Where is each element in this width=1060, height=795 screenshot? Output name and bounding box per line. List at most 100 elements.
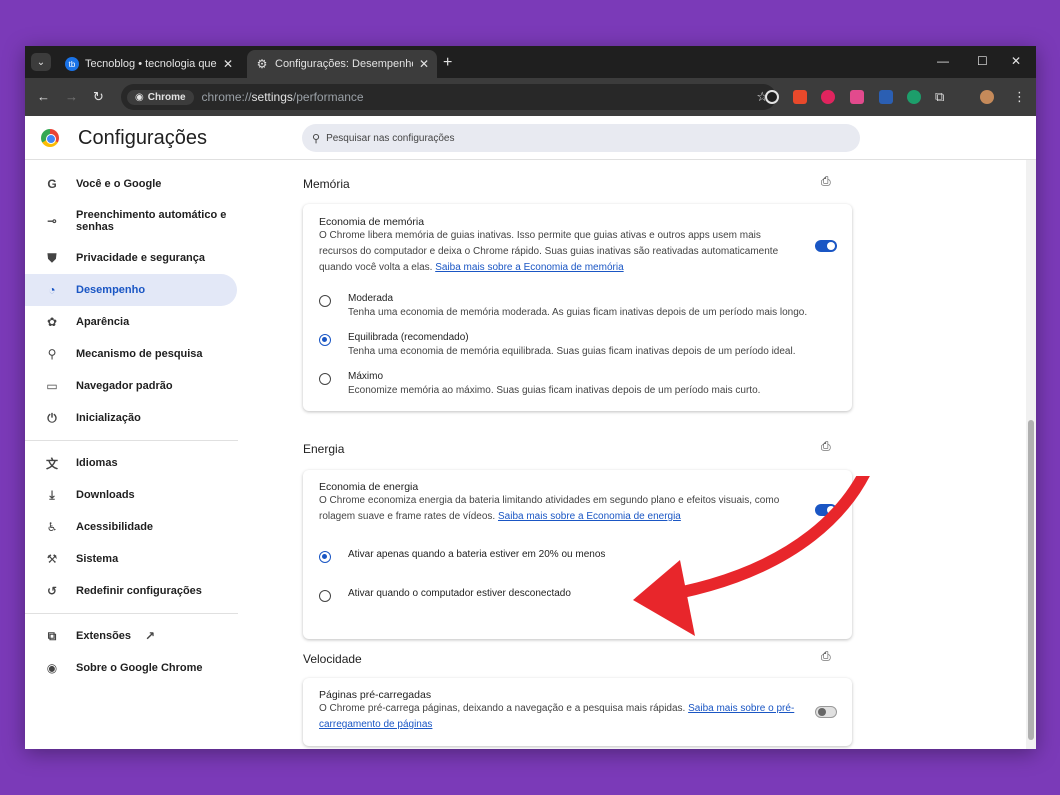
sidebar-item-default-browser[interactable]: ▭ Navegador padrão <box>25 370 240 402</box>
sidebar-item-appearance[interactable]: ✿ Aparência <box>25 306 240 338</box>
tab-strip: ⌄ tb Tecnoblog • tecnologia que inte ✕ ⚙… <box>25 46 1036 78</box>
speedometer-icon: ◔ <box>48 283 56 297</box>
extension-pink-icon[interactable] <box>850 90 864 104</box>
sidebar-item-label: Acessibilidade <box>76 521 154 533</box>
back-icon[interactable]: ← <box>37 89 50 104</box>
download-icon: ⤓ <box>49 487 55 502</box>
memory-saver-title: Economia de memória <box>319 216 425 228</box>
sidebar-item-you-and-google[interactable]: G Você e o Google <box>25 168 240 200</box>
extension-red-icon[interactable] <box>793 90 807 104</box>
sidebar-item-extensions[interactable]: ⧉ Extensões ↗ <box>25 620 240 652</box>
sidebar-item-label: Navegador padrão <box>76 380 173 392</box>
menu-icon[interactable]: ⋮ <box>1013 89 1026 105</box>
radio-button[interactable] <box>319 373 331 385</box>
sidebar: G Você e o Google ⊸ Preenchimento automáti… <box>25 168 240 684</box>
close-tab-icon[interactable]: ✕ <box>223 57 233 71</box>
sidebar-item-languages[interactable]: 文 Idiomas <box>25 447 240 479</box>
gear-icon: ⚙ <box>256 57 268 71</box>
sidebar-item-accessibility[interactable]: ♿ Acessibilidade <box>25 511 240 543</box>
sidebar-divider <box>25 613 238 614</box>
minimize-icon[interactable]: — <box>937 54 949 68</box>
radio-battery-20[interactable]: Ativar apenas quando a bateria estiver e… <box>319 548 605 563</box>
chip-label: Chrome <box>147 91 186 103</box>
reset-icon: ↺ <box>46 584 58 598</box>
tab-search-button[interactable]: ⌄ <box>31 53 51 71</box>
chrome-chip[interactable]: ◉ Chrome <box>127 89 194 105</box>
radio-maximum[interactable]: Máximo Economize memória ao máximo. Suas … <box>319 370 760 398</box>
sidebar-item-startup[interactable]: ⏻ Inicialização <box>25 402 240 434</box>
accessibility-icon: ♿ <box>46 520 58 534</box>
sidebar-item-performance[interactable]: ◔ Desempenho <box>25 274 237 306</box>
radio-label: Moderada <box>348 293 394 304</box>
radio-moderate[interactable]: Moderada Tenha uma economia de memória mo… <box>319 292 807 320</box>
tab-settings[interactable]: ⚙ Configurações: Desempenho ✕ <box>247 50 437 78</box>
feedback-icon[interactable]: ⎙ <box>821 174 831 189</box>
section-title-energy: Energia <box>303 442 345 456</box>
sidebar-item-label: Extensões <box>76 630 132 642</box>
scrollbar-thumb[interactable] <box>1028 420 1034 740</box>
key-icon: ⊸ <box>46 214 58 228</box>
external-link-icon: ↗ <box>145 629 156 643</box>
radio-button[interactable] <box>319 551 331 563</box>
browser-window-icon: ▭ <box>46 379 58 393</box>
profile-avatar[interactable] <box>980 90 994 104</box>
radio-label: Equilibrada (recomendado) <box>348 332 469 343</box>
memory-saver-description: O Chrome libera memória de guias inativa… <box>319 230 779 273</box>
sidebar-item-downloads[interactable]: ⤓ Downloads <box>25 479 240 511</box>
radio-label: Ativar apenas quando a bateria estiver e… <box>348 549 606 560</box>
settings-header: Configurações ⚲ Pesquisar nas configuraç… <box>25 116 1036 160</box>
sidebar-item-system[interactable]: ⚒ Sistema <box>25 543 240 575</box>
sidebar-item-reset[interactable]: ↺ Redefinir configurações <box>25 575 240 607</box>
new-tab-button[interactable]: + <box>443 54 452 72</box>
annotation-arrow <box>633 476 870 636</box>
search-placeholder: Pesquisar nas configurações <box>326 132 455 144</box>
memory-saver-toggle[interactable] <box>815 240 837 252</box>
password-manager-icon[interactable] <box>765 90 779 104</box>
extension-asp-icon[interactable] <box>821 90 835 104</box>
tab-tecnoblog[interactable]: tb Tecnoblog • tecnologia que inte ✕ <box>57 50 241 78</box>
radio-button[interactable] <box>319 334 331 346</box>
sidebar-item-privacy[interactable]: ⛊ Privacidade e segurança <box>25 242 240 274</box>
chrome-logo-icon <box>41 129 59 147</box>
sidebar-item-about[interactable]: ◉ Sobre o Google Chrome <box>25 652 240 684</box>
google-icon: G <box>47 177 57 191</box>
sidebar-item-label: Privacidade e segurança <box>76 252 206 264</box>
address-bar[interactable]: ◉ Chrome chrome://settings/performance ☆ <box>121 84 776 110</box>
radio-unplugged[interactable]: Ativar quando o computador estiver desco… <box>319 587 571 602</box>
sidebar-item-autofill[interactable]: ⊸ Preenchimento automático e senhas <box>25 200 240 242</box>
preload-card: Páginas pré-carregadas O Chrome pré-carr… <box>303 678 852 746</box>
memory-learn-more-link[interactable]: Saiba mais sobre a Economia de memória <box>435 262 623 273</box>
maximize-icon[interactable]: ☐ <box>977 54 988 68</box>
radio-label: Máximo <box>348 371 384 382</box>
radio-balanced[interactable]: Equilibrada (recomendado) Tenha uma econo… <box>319 331 795 359</box>
close-tab-icon[interactable]: ✕ <box>419 57 429 71</box>
url-text: chrome://settings/performance <box>201 90 364 104</box>
puzzle-icon: ⧉ <box>47 628 57 643</box>
extension-blue-icon[interactable] <box>879 90 893 104</box>
sidebar-item-label: Mecanismo de pesquisa <box>76 348 203 360</box>
search-input[interactable]: ⚲ Pesquisar nas configurações <box>302 124 860 152</box>
sidebar-item-label: Aparência <box>76 316 130 328</box>
close-window-icon[interactable]: ✕ <box>1011 54 1021 68</box>
tab-label: Configurações: Desempenho <box>275 58 413 70</box>
toolbar: ← → ↻ ◉ Chrome chrome://settings/perform… <box>25 78 1036 116</box>
sidebar-item-search-engine[interactable]: ⚲ Mecanismo de pesquisa <box>25 338 240 370</box>
sidebar-item-label: Você e o Google <box>76 178 162 190</box>
section-title-memory: Memória <box>303 177 350 191</box>
radio-description: Tenha uma economia de memória equilibrad… <box>348 346 796 357</box>
scrollbar[interactable] <box>1026 160 1036 749</box>
radio-button[interactable] <box>319 295 331 307</box>
forward-icon[interactable]: → <box>65 89 78 104</box>
reload-icon[interactable]: ↻ <box>93 89 104 105</box>
radio-button[interactable] <box>319 590 331 602</box>
sidebar-item-label: Inicialização <box>76 412 141 424</box>
sidebar-item-label: Redefinir configurações <box>76 585 202 597</box>
extensions-puzzle-icon[interactable]: ⧉ <box>935 89 944 105</box>
extension-green-icon[interactable] <box>907 90 921 104</box>
sidebar-item-label: Sistema <box>76 553 119 565</box>
feedback-icon[interactable]: ⎙ <box>821 439 831 454</box>
search-icon: ⚲ <box>47 347 57 361</box>
preload-toggle[interactable] <box>815 706 837 718</box>
sidebar-item-label: Desempenho <box>76 284 146 296</box>
chrome-icon: ◉ <box>46 661 58 675</box>
